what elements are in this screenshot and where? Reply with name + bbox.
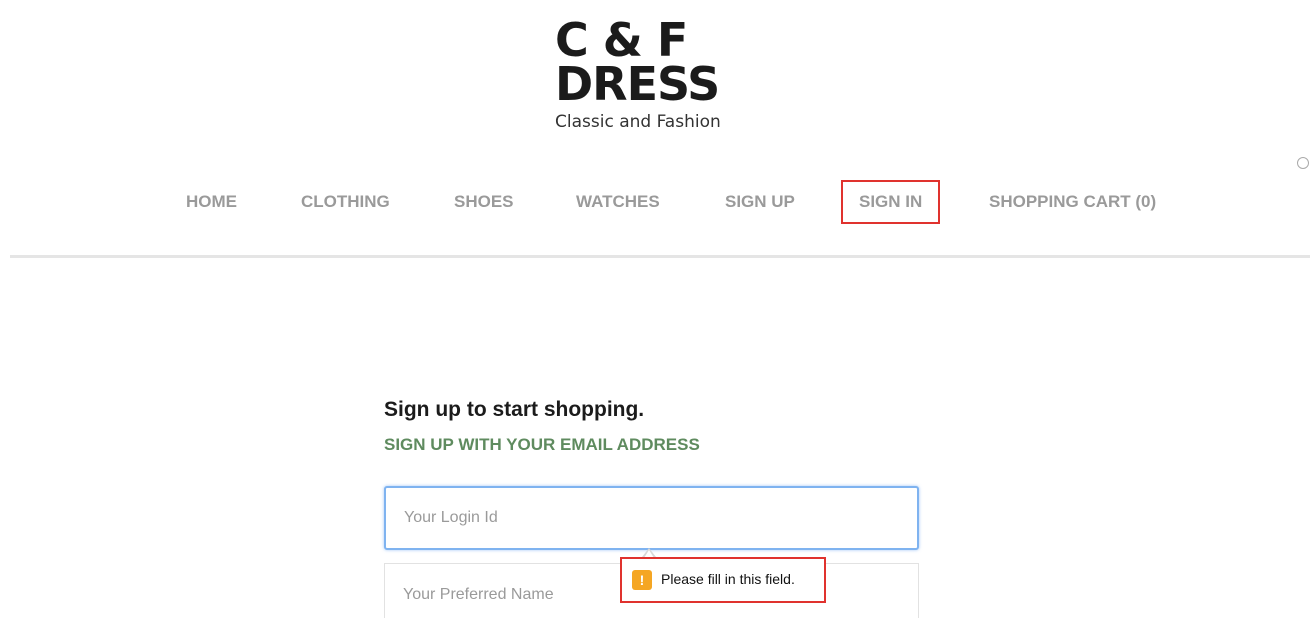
- nav-item-sign-up[interactable]: SIGN UP: [725, 180, 795, 224]
- nav-item-home[interactable]: HOME: [186, 180, 237, 224]
- tooltip-message: Please fill in this field.: [661, 571, 795, 587]
- page: C & F DRESS Classic and Fashion HOME CLO…: [0, 0, 1313, 618]
- brand-logo[interactable]: C & F DRESS Classic and Fashion: [555, 13, 755, 132]
- search-icon[interactable]: [1297, 157, 1309, 169]
- logo-line-1: C & F: [555, 13, 688, 67]
- logo-line-2: DRESS: [555, 57, 720, 111]
- nav-item-sign-in[interactable]: SIGN IN: [841, 180, 941, 224]
- login-id-input[interactable]: [384, 486, 919, 550]
- nav-item-shoes[interactable]: SHOES: [454, 180, 514, 224]
- form-title: Sign up to start shopping.: [384, 398, 645, 421]
- form-subtitle: SIGN UP WITH YOUR EMAIL ADDRESS: [384, 435, 700, 454]
- logo-tagline: Classic and Fashion: [555, 112, 721, 132]
- nav-item-shopping-cart[interactable]: SHOPPING CART (0): [989, 180, 1156, 224]
- main-nav: HOME CLOTHING SHOES WATCHES SIGN UP SIGN…: [0, 180, 1313, 228]
- validation-tooltip: ! Please fill in this field.: [620, 557, 826, 603]
- nav-divider: [10, 255, 1310, 258]
- nav-item-clothing[interactable]: CLOTHING: [301, 180, 390, 224]
- warning-icon: !: [632, 570, 652, 590]
- nav-item-watches[interactable]: WATCHES: [576, 180, 660, 224]
